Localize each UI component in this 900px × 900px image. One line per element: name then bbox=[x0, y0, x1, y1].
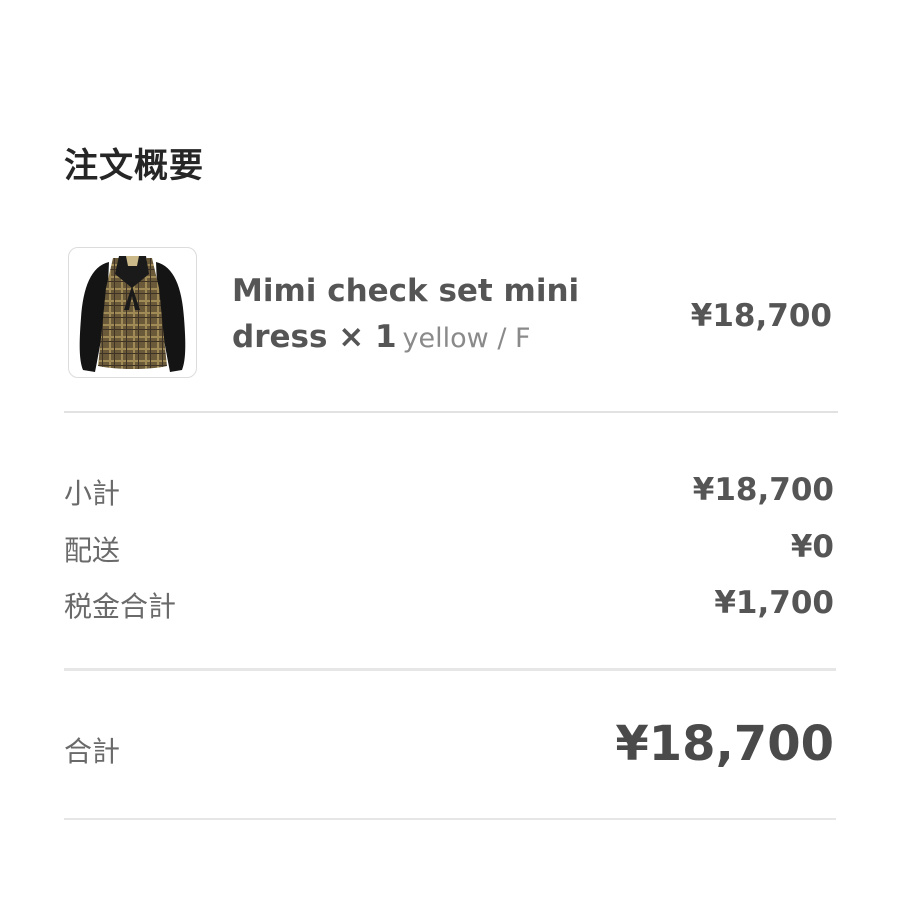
total-value: ¥18,700 bbox=[615, 716, 834, 772]
dress-image-icon bbox=[79, 256, 186, 372]
product-variant: yellow / F bbox=[402, 323, 531, 354]
divider bbox=[64, 668, 836, 671]
product-name: Mimi check set mini dress × 1 yellow / F bbox=[232, 268, 612, 362]
product-thumbnail bbox=[68, 247, 197, 378]
tax-total-label: 税金合計 bbox=[64, 590, 177, 623]
product-price: ¥18,700 bbox=[690, 298, 832, 334]
tax-total-value: ¥1,700 bbox=[714, 585, 834, 621]
total-label: 合計 bbox=[64, 735, 121, 768]
divider bbox=[64, 411, 838, 413]
order-summary-title: 注文概要 bbox=[64, 146, 204, 186]
subtotal-value: ¥18,700 bbox=[692, 472, 834, 508]
shipping-value: ¥0 bbox=[790, 529, 834, 565]
subtotal-label: 小計 bbox=[64, 477, 121, 510]
divider bbox=[64, 818, 836, 820]
shipping-label: 配送 bbox=[64, 534, 121, 567]
